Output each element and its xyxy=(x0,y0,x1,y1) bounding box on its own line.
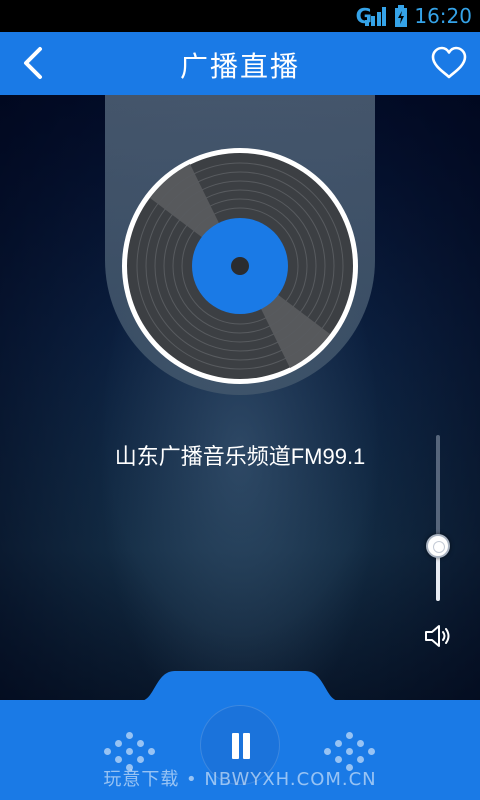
signal-icon xyxy=(365,7,386,26)
dot xyxy=(335,740,342,747)
dot xyxy=(126,732,133,739)
dot xyxy=(115,740,122,747)
dot xyxy=(324,748,331,755)
favorite-button[interactable] xyxy=(430,46,468,80)
dot xyxy=(368,748,375,755)
dot xyxy=(357,740,364,747)
dot xyxy=(148,748,155,755)
station-name: 山东广播音乐频道FM99.1 xyxy=(114,444,366,469)
dot xyxy=(335,756,342,763)
watermark: 玩意下载 • NBWYXH.COM.CN xyxy=(103,769,377,790)
speaker-icon[interactable] xyxy=(424,623,454,649)
dot xyxy=(346,732,353,739)
page-title: 广播直播 xyxy=(179,50,300,83)
battery-charging-icon xyxy=(395,5,407,27)
dot xyxy=(346,748,353,755)
app-header: 广播直播 xyxy=(0,32,480,95)
pause-icon xyxy=(243,733,250,759)
player-area: 山东广播音乐频道FM99.1 xyxy=(0,95,480,701)
dot xyxy=(104,748,111,755)
dot xyxy=(126,748,133,755)
dot xyxy=(137,756,144,763)
pause-icon xyxy=(232,733,239,759)
dot xyxy=(137,740,144,747)
clock: 16:20 xyxy=(414,4,472,28)
dot xyxy=(357,756,364,763)
dot xyxy=(115,756,122,763)
status-bar: G 16:20 xyxy=(0,0,480,32)
vinyl-disc-icon[interactable] xyxy=(120,146,360,386)
